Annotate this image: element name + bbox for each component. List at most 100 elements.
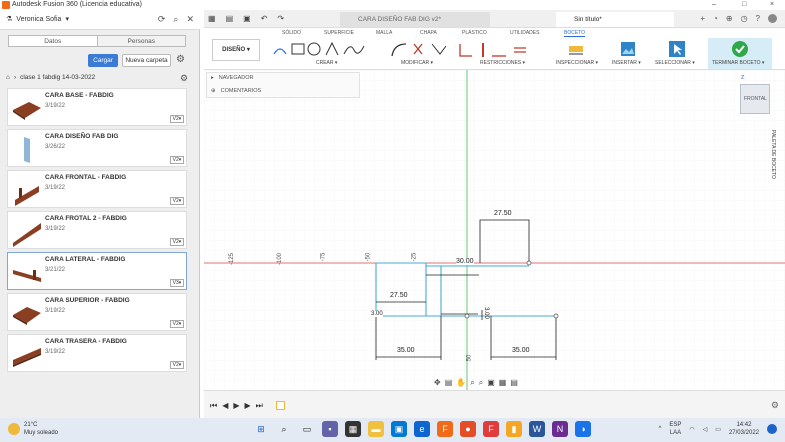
language-layout[interactable]: LAA bbox=[669, 429, 681, 437]
select-cursor-icon[interactable] bbox=[668, 40, 686, 58]
fusion-app-icon[interactable]: F bbox=[437, 421, 453, 437]
zoom-icon[interactable]: ⌕ bbox=[470, 378, 474, 388]
undo-icon[interactable]: ↶ bbox=[261, 14, 268, 23]
dimension-text[interactable]: 35.00 bbox=[512, 347, 530, 354]
look-at-icon[interactable]: ▤ bbox=[445, 378, 453, 388]
navigator-row[interactable]: ▸ NAVEGADOR bbox=[211, 75, 254, 81]
tab-datos[interactable]: Datos bbox=[9, 36, 98, 46]
step-forward-icon[interactable]: ▶ bbox=[245, 401, 251, 411]
user-switcher[interactable]: ⚗ Veronica Sofia ▾ bbox=[6, 15, 69, 24]
dimension-text[interactable]: 27.50 bbox=[494, 210, 512, 217]
timeline-sketch-icon[interactable] bbox=[275, 401, 285, 410]
go-to-start-icon[interactable]: ⏮ bbox=[210, 401, 217, 411]
file-item[interactable]: CARA TRASERA - FABDIG 3/19/22 V2▾ bbox=[7, 334, 187, 372]
project-settings-icon[interactable]: ⚙ bbox=[180, 73, 188, 84]
display-settings-icon[interactable]: ▣ bbox=[487, 378, 495, 388]
workspace-selector[interactable]: DISEÑO ▾ bbox=[212, 39, 260, 61]
file-item[interactable]: CARA DISEÑO FAB DIG 3/26/22 V2▾ bbox=[7, 129, 187, 167]
version-dropdown[interactable]: V2▾ bbox=[170, 156, 184, 164]
version-dropdown[interactable]: V2▾ bbox=[170, 361, 184, 369]
fusion-red-icon[interactable]: F bbox=[483, 421, 499, 437]
help-icon[interactable]: ? bbox=[756, 14, 760, 23]
file-item[interactable]: CARA LATERAL - FABDIG 3/21/22 V3▾ bbox=[7, 252, 187, 290]
dimension-text[interactable]: 30.00 bbox=[456, 258, 474, 265]
tab-boceto[interactable]: BOCETO bbox=[564, 30, 586, 37]
finish-sketch-button[interactable]: TERMINAR BOCETO ▾ bbox=[708, 38, 772, 69]
tab-document-active[interactable]: Sin título* bbox=[556, 12, 674, 27]
tab-malla[interactable]: MALLA bbox=[376, 30, 392, 36]
grid-settings-icon[interactable]: ▦ bbox=[499, 378, 507, 388]
version-dropdown[interactable]: V2▾ bbox=[170, 197, 184, 205]
upload-button[interactable]: Cargar bbox=[88, 54, 118, 67]
word-icon[interactable]: W bbox=[529, 421, 545, 437]
maximize-button[interactable]: □ bbox=[742, 0, 746, 10]
create-menu[interactable]: CREAR ▾ bbox=[316, 60, 337, 66]
version-dropdown[interactable]: V2▾ bbox=[170, 115, 184, 123]
chevron-up-icon[interactable]: ^ bbox=[659, 426, 662, 432]
modify-tools[interactable] bbox=[390, 40, 448, 58]
tab-personas[interactable]: Personas bbox=[97, 36, 185, 46]
chrome-icon[interactable]: ● bbox=[460, 421, 476, 437]
file-menu-icon[interactable]: ▤ bbox=[226, 14, 234, 23]
redo-icon[interactable]: ↷ bbox=[277, 14, 284, 23]
refresh-icon[interactable]: ⟳ bbox=[158, 14, 166, 25]
tab-utilidades[interactable]: UTILIDADES bbox=[510, 30, 539, 36]
clock[interactable]: 14:42 27/03/2022 bbox=[729, 421, 759, 437]
onenote-icon[interactable]: N bbox=[552, 421, 568, 437]
job-status-icon[interactable]: ◔ bbox=[713, 14, 718, 23]
extensions-icon[interactable]: ⊕ bbox=[726, 14, 733, 23]
tab-plastico[interactable]: PLÁSTICO bbox=[462, 30, 487, 36]
viewports-icon[interactable]: ▤ bbox=[510, 378, 518, 388]
step-back-icon[interactable]: ◀ bbox=[222, 401, 228, 411]
close-button[interactable]: × bbox=[770, 0, 774, 10]
sketch-canvas[interactable]: -125 -100 -75 -50 -25 50 27.50 30.00 27.… bbox=[204, 70, 785, 390]
dimension-text[interactable]: 3.00 bbox=[483, 307, 489, 319]
constraints-menu[interactable]: RESTRICCIONES ▾ bbox=[480, 60, 525, 66]
edge-icon[interactable]: e bbox=[414, 421, 430, 437]
weather-widget[interactable]: 21°C Muy soleado bbox=[8, 421, 58, 437]
gear-icon[interactable]: ⚙ bbox=[176, 54, 185, 65]
new-tab-icon[interactable]: + bbox=[700, 14, 705, 23]
grid-menu-icon[interactable]: ▦ bbox=[208, 14, 216, 23]
store-icon[interactable]: ▣ bbox=[391, 421, 407, 437]
file-item[interactable]: CARA BASE - FABDIG 3/19/22 V2▾ bbox=[7, 88, 187, 126]
modify-menu[interactable]: MODIFICAR ▾ bbox=[401, 60, 433, 66]
go-to-end-icon[interactable]: ⏭ bbox=[256, 401, 263, 411]
version-dropdown[interactable]: V2▾ bbox=[170, 238, 184, 246]
dimension-text[interactable]: 3.00 bbox=[371, 311, 383, 317]
version-dropdown[interactable]: V2▾ bbox=[170, 320, 184, 328]
sketch-palette-tab[interactable]: PALETA DE BOCETO bbox=[770, 130, 776, 179]
tab-solido[interactable]: SÓLIDO bbox=[282, 30, 301, 36]
task-view-icon[interactable]: ▭ bbox=[299, 421, 315, 437]
tab-superficie[interactable]: SUPERFICIE bbox=[324, 30, 354, 36]
close-panel-icon[interactable]: ✕ bbox=[186, 14, 194, 25]
comments-row[interactable]: ⊕ COMENTARIOS bbox=[211, 88, 261, 94]
orbit-icon[interactable]: ✥ bbox=[434, 378, 441, 388]
inspect-tool[interactable] bbox=[568, 40, 584, 58]
viewcube[interactable]: FRONTAL bbox=[740, 84, 770, 114]
new-folder-button[interactable]: Nueva carpeta bbox=[122, 54, 171, 67]
dimension-text[interactable]: 27.50 bbox=[390, 292, 408, 299]
inspect-menu[interactable]: INSPECCIONAR ▾ bbox=[556, 60, 598, 66]
minimize-button[interactable]: – bbox=[712, 0, 716, 10]
wifi-icon[interactable]: ◠ bbox=[689, 426, 694, 433]
avatar[interactable] bbox=[768, 14, 777, 23]
home-icon[interactable]: ⌂ bbox=[6, 74, 10, 81]
notifications-icon[interactable]: ◷ bbox=[741, 14, 748, 23]
version-dropdown[interactable]: V3▾ bbox=[170, 279, 184, 287]
constraint-tools[interactable] bbox=[458, 40, 542, 58]
tab-document[interactable]: CARA DISEÑO FAB DIG v2* bbox=[340, 12, 490, 27]
start-icon[interactable]: ⊞ bbox=[253, 421, 269, 437]
fit-icon[interactable]: ⌕ bbox=[479, 378, 483, 388]
battery-icon[interactable]: ▭ bbox=[715, 426, 721, 433]
pan-icon[interactable]: ✋ bbox=[456, 378, 466, 388]
tab-chapa[interactable]: CHAPA bbox=[420, 30, 437, 36]
language-code[interactable]: ESP bbox=[669, 421, 681, 429]
insert-image-icon[interactable] bbox=[620, 40, 636, 58]
teams-icon[interactable]: ▪ bbox=[322, 421, 338, 437]
play-icon[interactable]: ▶ bbox=[233, 401, 239, 411]
search-icon[interactable]: ⌕ bbox=[173, 14, 178, 25]
file-explorer-icon[interactable]: ▬ bbox=[368, 421, 384, 437]
timeline-settings-icon[interactable]: ⚙ bbox=[771, 400, 779, 411]
insert-menu[interactable]: INSERTAR ▾ bbox=[612, 60, 641, 66]
